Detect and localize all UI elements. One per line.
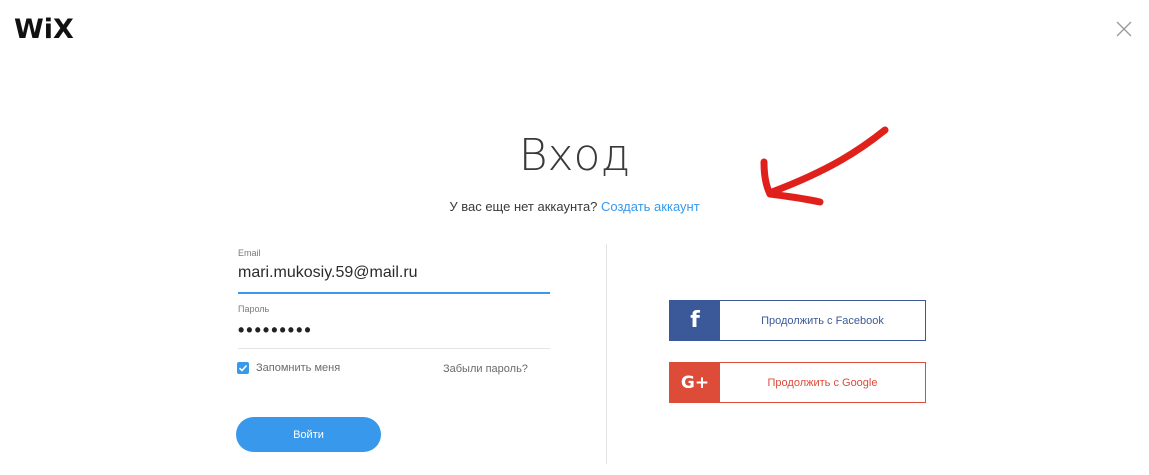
- remember-me[interactable]: Запомнить меня: [237, 362, 340, 374]
- password-input[interactable]: •••••••••: [238, 320, 550, 342]
- password-underline: [238, 348, 550, 349]
- no-account-text: У вас еще нет аккаунта?: [449, 199, 598, 214]
- email-underline: [238, 292, 550, 294]
- continue-with-facebook-button[interactable]: f Продолжить с Facebook: [669, 300, 926, 341]
- wix-logo: WiX: [14, 14, 74, 45]
- email-label: Email: [238, 248, 261, 258]
- password-field-group: Пароль •••••••••: [238, 304, 550, 349]
- google-plus-icon: G+: [670, 363, 720, 402]
- signup-prompt: У вас еще нет аккаунта? Создать аккаунт: [0, 199, 1149, 214]
- forgot-password-link[interactable]: Забыли пароль?: [443, 363, 528, 375]
- password-label: Пароль: [238, 304, 270, 314]
- checkmark-icon: [238, 364, 248, 372]
- annotation-arrow-icon: [760, 126, 889, 206]
- remember-me-label: Запомнить меня: [256, 362, 341, 374]
- login-button[interactable]: Войти: [236, 417, 381, 452]
- continue-with-google-button[interactable]: G+ Продолжить с Google: [669, 362, 926, 403]
- remember-me-checkbox[interactable]: [237, 362, 249, 374]
- vertical-divider: [606, 244, 607, 464]
- create-account-link[interactable]: Создать аккаунт: [601, 199, 700, 214]
- email-input[interactable]: mari.mukosiy.59@mail.ru: [238, 264, 550, 286]
- google-button-label: Продолжить с Google: [767, 376, 878, 389]
- email-field-group: Email mari.mukosiy.59@mail.ru: [238, 248, 550, 294]
- page-title: Вход: [518, 130, 631, 181]
- facebook-icon: f: [670, 301, 720, 340]
- facebook-button-label: Продолжить с Facebook: [761, 314, 884, 327]
- close-icon[interactable]: [1113, 18, 1135, 40]
